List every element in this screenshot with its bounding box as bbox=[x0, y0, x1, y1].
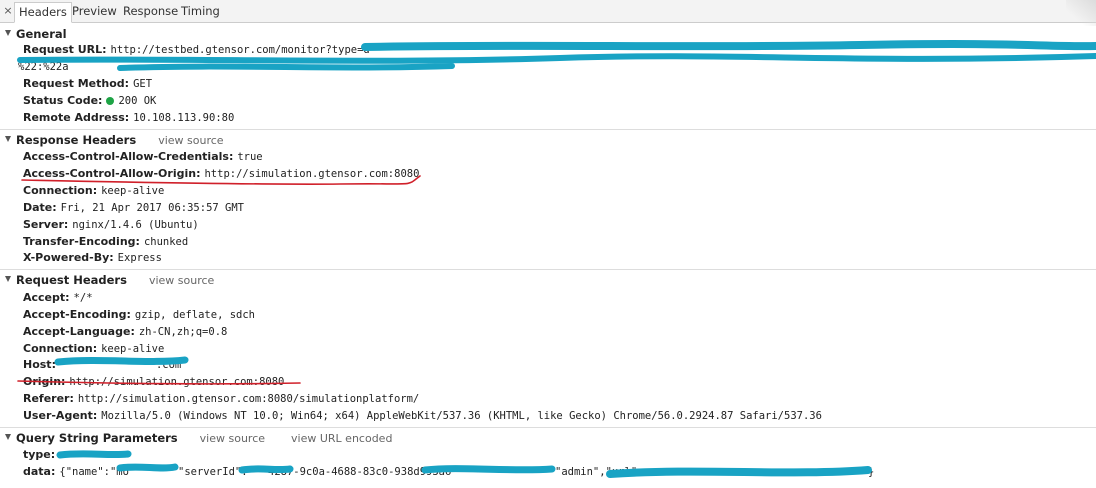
request-header-row: Host: .com bbox=[23, 357, 181, 373]
section-query-params-header[interactable]: Query String Parameters view source view U… bbox=[5, 430, 392, 446]
header-value: http://simulation.gtensor.com:8080/simul… bbox=[77, 393, 420, 405]
header-value: %22:%22a bbox=[18, 61, 69, 73]
response-header-row: X-Powered-By: Express bbox=[23, 250, 162, 266]
header-value: .com bbox=[155, 359, 182, 371]
request-header-row: Accept: */* bbox=[23, 290, 93, 306]
header-key: Referer: bbox=[23, 392, 74, 405]
status-code-row: Status Code: 200 OK bbox=[23, 93, 156, 109]
header-key: Access-Control-Allow-Credentials: bbox=[23, 150, 234, 163]
header-key: User-Agent: bbox=[23, 409, 98, 422]
redaction-scribble bbox=[606, 466, 872, 478]
param-key: type: bbox=[23, 448, 56, 461]
tab-preview[interactable]: Preview bbox=[68, 2, 121, 23]
view-source-link[interactable]: view source bbox=[149, 274, 214, 287]
section-title: Response Headers bbox=[16, 133, 137, 147]
view-source-link[interactable]: view source bbox=[158, 134, 223, 147]
redaction-scribble bbox=[361, 40, 1096, 51]
header-value: http://simulation.gtensor.com:8080 bbox=[69, 376, 285, 388]
header-value: */* bbox=[73, 292, 93, 304]
redaction-scribble bbox=[117, 63, 455, 71]
corner-shadow bbox=[1066, 0, 1096, 26]
tab-headers[interactable]: Headers bbox=[14, 2, 72, 23]
section-title: General bbox=[16, 27, 67, 41]
param-value-fragment: } bbox=[868, 466, 875, 478]
header-value: gzip, deflate, sdch bbox=[134, 309, 255, 321]
status-ok-dot-icon bbox=[106, 96, 115, 105]
section-divider bbox=[0, 269, 1096, 270]
expand-triangle-icon[interactable] bbox=[5, 136, 11, 142]
view-source-link[interactable]: view source bbox=[200, 432, 265, 445]
header-key: Status Code: bbox=[23, 94, 103, 107]
header-key: Connection: bbox=[23, 184, 98, 197]
header-value: GET bbox=[133, 78, 153, 90]
param-value-fragment: "admin","url": bbox=[555, 466, 644, 478]
close-icon[interactable]: × bbox=[2, 4, 14, 18]
tab-timing[interactable]: Timing bbox=[177, 2, 224, 23]
header-key: Accept-Language: bbox=[23, 325, 135, 338]
header-key: Transfer-Encoding: bbox=[23, 235, 140, 248]
remote-address-row: Remote Address: 10.108.113.90:80 bbox=[23, 110, 234, 126]
header-value: 200 OK bbox=[118, 95, 157, 107]
expand-triangle-icon[interactable] bbox=[5, 434, 11, 440]
section-title: Request Headers bbox=[16, 273, 127, 287]
request-url-row: Request URL: http://testbed.gtensor.com/m… bbox=[23, 42, 370, 58]
section-general-header[interactable]: General bbox=[5, 26, 67, 42]
header-key: X-Powered-By: bbox=[23, 251, 114, 264]
header-value: zh-CN,zh;q=0.8 bbox=[138, 326, 228, 338]
request-header-row: Origin: http://simulation.gtensor.com:808… bbox=[23, 374, 284, 390]
header-value: Mozilla/5.0 (Windows NT 10.0; Win64; x64… bbox=[101, 410, 822, 422]
request-method-row: Request Method: GET bbox=[23, 76, 152, 92]
header-key: Accept-Encoding: bbox=[23, 308, 131, 321]
header-value: http://testbed.gtensor.com/monitor?type=… bbox=[110, 44, 370, 56]
tab-response[interactable]: Response bbox=[119, 2, 182, 23]
section-response-headers-header[interactable]: Response Headers view source bbox=[5, 132, 224, 148]
section-request-headers-header[interactable]: Request Headers view source bbox=[5, 272, 214, 288]
header-key: Remote Address: bbox=[23, 111, 130, 124]
response-header-row: Server: nginx/1.4.6 (Ubuntu) bbox=[23, 217, 199, 233]
response-header-row: Access-Control-Allow-Origin: http://simul… bbox=[23, 166, 419, 182]
header-value: http://simulation.gtensor.com:8080 bbox=[204, 168, 420, 180]
redaction-scribble bbox=[56, 450, 132, 459]
expand-triangle-icon[interactable] bbox=[5, 30, 11, 36]
query-param-row: data: {"name":"mo bbox=[23, 464, 129, 480]
request-header-row: Connection: keep-alive bbox=[23, 341, 164, 357]
header-value: chunked bbox=[143, 236, 189, 248]
response-header-row: Transfer-Encoding: chunked bbox=[23, 234, 188, 250]
header-value: keep-alive bbox=[101, 185, 165, 197]
header-key: Date: bbox=[23, 201, 57, 214]
header-value: 10.108.113.90:80 bbox=[133, 112, 235, 124]
header-value: nginx/1.4.6 (Ubuntu) bbox=[72, 219, 199, 231]
header-key: Request URL: bbox=[23, 43, 107, 56]
param-key: data: bbox=[23, 465, 56, 478]
request-header-row: User-Agent: Mozilla/5.0 (Windows NT 10.0;… bbox=[23, 408, 822, 424]
expand-triangle-icon[interactable] bbox=[5, 276, 11, 282]
param-value-fragment: 4287-9c0a-4688-83c0-938d993a6 bbox=[268, 466, 452, 478]
param-value: {"name":"mo bbox=[59, 466, 129, 478]
section-divider bbox=[0, 129, 1096, 130]
section-divider bbox=[0, 427, 1096, 428]
request-header-row: Referer: http://simulation.gtensor.com:80… bbox=[23, 391, 419, 407]
param-value-fragment: "serverId":" bbox=[178, 466, 254, 478]
header-key: Connection: bbox=[23, 342, 98, 355]
request-url-row-continued: %22:%22a bbox=[14, 59, 69, 75]
response-header-row: Date: Fri, 21 Apr 2017 06:35:57 GMT bbox=[23, 200, 244, 216]
request-header-row: Accept-Encoding: gzip, deflate, sdch bbox=[23, 307, 255, 323]
header-key: Server: bbox=[23, 218, 69, 231]
header-key: Accept: bbox=[23, 291, 70, 304]
request-header-row: Accept-Language: zh-CN,zh;q=0.8 bbox=[23, 324, 227, 340]
header-key: Request Method: bbox=[23, 77, 130, 90]
header-value: true bbox=[237, 151, 263, 163]
header-key: Host: bbox=[23, 358, 56, 371]
header-key: Access-Control-Allow-Origin: bbox=[23, 167, 201, 180]
view-url-encoded-link[interactable]: view URL encoded bbox=[291, 432, 392, 445]
query-param-row: type: bbox=[23, 447, 59, 463]
header-value: keep-alive bbox=[101, 343, 165, 355]
header-value: Express bbox=[117, 252, 162, 264]
header-value: Fri, 21 Apr 2017 06:35:57 GMT bbox=[60, 202, 244, 214]
tab-bar: × Headers Preview Response Timing bbox=[0, 0, 1096, 26]
response-header-row: Access-Control-Allow-Credentials: true bbox=[23, 149, 263, 165]
header-key: Origin: bbox=[23, 375, 66, 388]
response-header-row: Connection: keep-alive bbox=[23, 183, 164, 199]
section-title: Query String Parameters bbox=[16, 431, 178, 445]
